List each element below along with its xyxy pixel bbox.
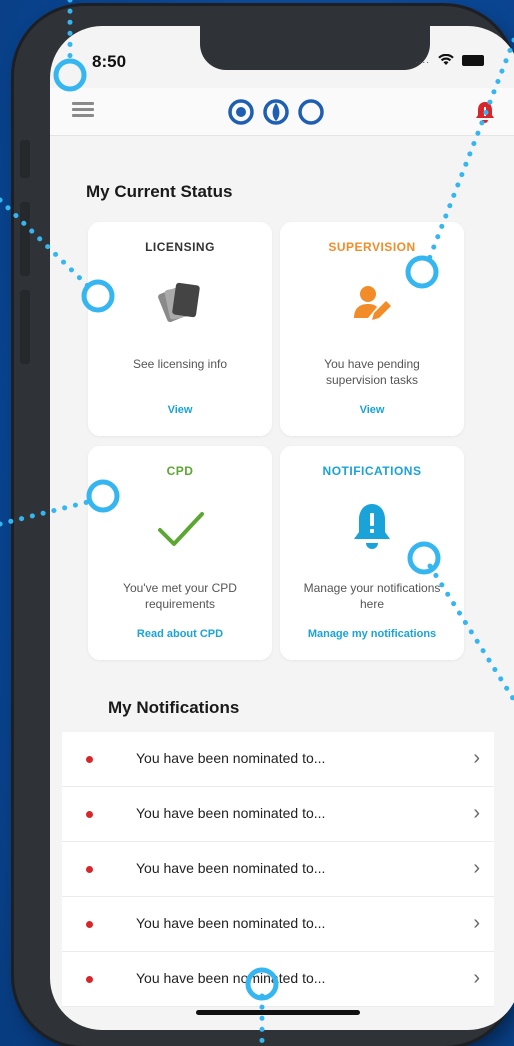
top-navbar bbox=[50, 88, 514, 136]
unread-dot bbox=[86, 866, 93, 873]
card-description: You've met your CPD requirements bbox=[123, 581, 237, 611]
licensing-card[interactable]: LICENSING See licensing info View bbox=[88, 222, 272, 436]
card-description: Manage your notifications here bbox=[303, 581, 441, 611]
menu-line bbox=[72, 114, 94, 117]
volume-down-button bbox=[20, 290, 30, 364]
chevron-right-icon: › bbox=[473, 802, 480, 824]
home-indicator[interactable] bbox=[196, 1010, 360, 1015]
unread-dot bbox=[86, 756, 93, 763]
notifications-list: You have been nominated to... › You have… bbox=[62, 732, 494, 1007]
notification-item[interactable]: You have been nominated to... › bbox=[62, 787, 494, 842]
notification-text: You have been nominated to... bbox=[136, 970, 326, 986]
supervision-view-link[interactable]: View bbox=[280, 404, 464, 416]
chevron-right-icon: › bbox=[473, 857, 480, 879]
notification-item[interactable]: You have been nominated to... › bbox=[62, 952, 494, 1007]
status-icons: .... bbox=[415, 54, 484, 66]
chevron-right-icon: › bbox=[473, 967, 480, 989]
volume-up-button bbox=[20, 202, 30, 276]
notification-item[interactable]: You have been nominated to... › bbox=[62, 842, 494, 897]
card-title: SUPERVISION bbox=[328, 240, 416, 254]
supervision-card[interactable]: SUPERVISION You have pending supervision… bbox=[280, 222, 464, 436]
notification-text: You have been nominated to... bbox=[136, 860, 326, 876]
licensing-view-link[interactable]: View bbox=[88, 404, 272, 416]
notch bbox=[200, 26, 430, 70]
brand-logo bbox=[228, 99, 324, 125]
card-title: CPD bbox=[166, 464, 194, 478]
card-description: You have pending supervision tasks bbox=[324, 357, 420, 387]
cpd-card[interactable]: CPD You've met your CPD requirements Rea… bbox=[88, 446, 272, 660]
notification-text: You have been nominated to... bbox=[136, 805, 326, 821]
license-cards-icon bbox=[158, 282, 200, 323]
read-about-cpd-link[interactable]: Read about CPD bbox=[88, 628, 272, 640]
card-title: LICENSING bbox=[145, 240, 215, 254]
battery-icon bbox=[462, 54, 484, 66]
notification-text: You have been nominated to... bbox=[136, 750, 326, 766]
checkmark-icon bbox=[158, 512, 204, 546]
menu-line bbox=[72, 108, 94, 111]
status-time: 8:50 bbox=[92, 52, 127, 71]
manage-notifications-link[interactable]: Manage my notifications bbox=[280, 628, 464, 640]
notification-item[interactable]: You have been nominated to... › bbox=[62, 732, 494, 787]
chevron-right-icon: › bbox=[473, 747, 480, 769]
bell-icon bbox=[354, 504, 390, 549]
unread-dot bbox=[86, 811, 93, 818]
signal-dots: .... bbox=[414, 54, 430, 66]
card-title: NOTIFICATIONS bbox=[322, 464, 422, 478]
mute-switch bbox=[20, 140, 30, 178]
person-edit-icon bbox=[354, 286, 391, 320]
notification-item[interactable]: You have been nominated to... › bbox=[62, 897, 494, 952]
status-section-title: My Current Status bbox=[86, 182, 233, 201]
notification-text: You have been nominated to... bbox=[136, 915, 326, 931]
card-description: See licensing info bbox=[132, 357, 228, 371]
unread-dot bbox=[86, 976, 93, 983]
menu-line bbox=[72, 102, 94, 105]
hamburger-menu-button[interactable] bbox=[72, 102, 94, 118]
unread-dot bbox=[86, 921, 93, 928]
phone-frame: 8:50 .... My Current Status LICENSING Se… bbox=[14, 6, 514, 1046]
chevron-right-icon: › bbox=[473, 912, 480, 934]
bell-alert-icon[interactable] bbox=[474, 100, 496, 124]
notifications-section-title: My Notifications bbox=[108, 698, 240, 717]
app-screen: 8:50 .... My Current Status LICENSING Se… bbox=[50, 26, 514, 1030]
notifications-card[interactable]: NOTIFICATIONS Manage your notifications … bbox=[280, 446, 464, 660]
wifi-icon bbox=[438, 54, 454, 65]
